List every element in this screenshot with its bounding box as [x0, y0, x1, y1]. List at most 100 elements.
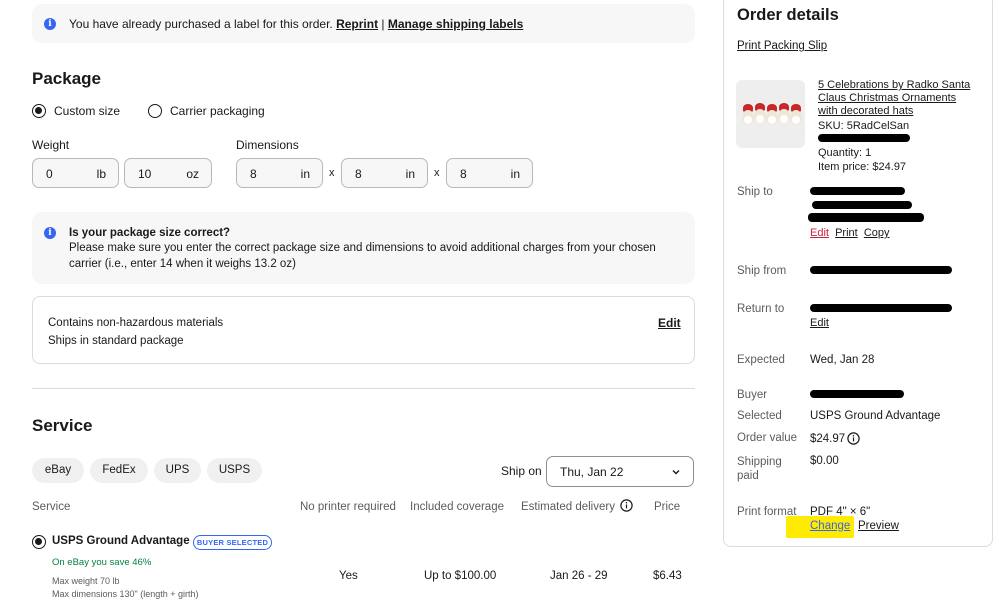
- printer-required-value: Yes: [339, 570, 358, 582]
- notice-body-2: carrier (i.e., enter 14 when it weighs 1…: [69, 258, 296, 270]
- package-type-line: Ships in standard package: [48, 335, 184, 347]
- carrier-packaging-radio[interactable]: [148, 104, 162, 118]
- shipping-paid-value: $0.00: [810, 455, 839, 467]
- banner-separator: |: [381, 17, 385, 31]
- hazard-line: Contains non-hazardous materials: [48, 317, 224, 329]
- height-unit: in: [510, 167, 520, 181]
- edit-package-link[interactable]: Edit: [658, 316, 681, 330]
- carrier-tab-ups[interactable]: UPS: [154, 458, 201, 483]
- section-divider: [32, 388, 695, 389]
- carrier-tab-ebay[interactable]: eBay: [32, 458, 84, 483]
- print-packing-slip-link[interactable]: Print Packing Slip: [737, 40, 827, 52]
- redaction-mark: [810, 266, 952, 274]
- length-input[interactable]: 8 in: [236, 158, 323, 188]
- package-contents-card: Contains non-hazardous materials Ships i…: [32, 296, 695, 364]
- change-format-link[interactable]: Change: [810, 520, 850, 532]
- edit-address-link[interactable]: Edit: [810, 227, 829, 239]
- weight-lb-unit: lb: [96, 167, 106, 181]
- delivery-info-icon[interactable]: [620, 499, 633, 512]
- carrier-packaging-label[interactable]: Carrier packaging: [170, 104, 265, 118]
- delivery-value: Jan 26 - 29: [550, 570, 608, 582]
- edit-return-address-link[interactable]: Edit: [810, 317, 829, 329]
- reprint-link[interactable]: Reprint: [336, 17, 378, 31]
- info-icon: i: [44, 227, 56, 239]
- selected-service-value: USPS Ground Advantage: [810, 410, 941, 422]
- length-value: 8: [250, 167, 257, 181]
- copy-address-link[interactable]: Copy: [864, 227, 890, 239]
- redaction-mark: [810, 390, 904, 398]
- package-heading: Package: [32, 69, 101, 88]
- coverage-value: Up to $100.00: [424, 570, 497, 582]
- savings-text: On eBay you save 46%: [52, 557, 152, 568]
- order-details-title: Order details: [737, 6, 839, 24]
- weight-lb-value: 0: [46, 167, 53, 181]
- selected-label: Selected: [737, 410, 782, 422]
- height-value: 8: [460, 167, 467, 181]
- weight-oz-value: 10: [138, 167, 152, 181]
- buyer-selected-badge: BUYER SELECTED: [193, 535, 272, 550]
- max-dimensions-text: Max dimensions 130" (length + girth): [52, 589, 199, 599]
- item-thumbnail[interactable]: [736, 80, 805, 148]
- length-unit: in: [300, 167, 310, 181]
- item-quantity: Quantity: 1: [818, 147, 872, 159]
- info-icon: i: [44, 18, 56, 30]
- buyer-label: Buyer: [737, 389, 768, 401]
- ship-on-date-select[interactable]: Thu, Jan 22: [546, 456, 694, 487]
- banner-message: You have already purchased a label for t…: [69, 17, 333, 31]
- service-name[interactable]: USPS Ground Advantage: [52, 535, 190, 547]
- order-value-info-icon[interactable]: [847, 432, 860, 445]
- ship-from-label: Ship from: [737, 265, 787, 277]
- weight-oz-unit: oz: [186, 167, 199, 181]
- custom-size-label[interactable]: Custom size: [54, 104, 120, 118]
- print-address-link[interactable]: Print: [835, 227, 858, 239]
- width-unit: in: [405, 167, 415, 181]
- notice-title: Is your package size correct?: [69, 227, 231, 239]
- column-price: Price: [654, 501, 681, 513]
- ship-on-date-value: Thu, Jan 22: [560, 465, 624, 479]
- weight-lb-input[interactable]: 0 lb: [32, 158, 119, 188]
- item-price: Item price: $24.97: [818, 161, 907, 173]
- weight-label: Weight: [32, 138, 70, 152]
- item-sku: SKU: 5RadCelSan: [818, 120, 910, 132]
- order-value: $24.97: [810, 433, 846, 445]
- custom-size-radio[interactable]: [32, 104, 46, 118]
- redaction-mark: [812, 201, 912, 209]
- max-weight-text: Max weight 70 lb: [52, 576, 120, 586]
- redaction-mark: [808, 213, 924, 222]
- times-symbol: x: [434, 167, 440, 179]
- column-no-printer: No printer required: [300, 501, 396, 513]
- times-symbol: x: [329, 167, 335, 179]
- carrier-tab-fedex[interactable]: FedEx: [90, 458, 148, 483]
- column-estimated-delivery: Estimated delivery: [521, 501, 615, 513]
- service-heading: Service: [32, 416, 93, 435]
- redaction-mark: [810, 187, 905, 195]
- column-service: Service: [32, 501, 71, 513]
- usps-ground-advantage-radio[interactable]: [32, 535, 46, 549]
- redaction-mark: [810, 304, 952, 312]
- purchased-label-banner: i You have already purchased a label for…: [32, 4, 695, 43]
- carrier-tab-usps[interactable]: USPS: [207, 458, 262, 483]
- ship-to-label: Ship to: [737, 186, 773, 198]
- expected-label: Expected: [737, 354, 785, 366]
- column-coverage: Included coverage: [410, 501, 504, 513]
- banner-text: You have already purchased a label for t…: [69, 17, 523, 31]
- manage-shipping-labels-link[interactable]: Manage shipping labels: [388, 17, 523, 31]
- address-actions: Edit Print Copy: [810, 227, 890, 239]
- weight-oz-input[interactable]: 10 oz: [124, 158, 212, 188]
- shipping-paid-label: Shipping paid: [737, 456, 782, 482]
- height-input[interactable]: 8 in: [446, 158, 533, 188]
- redaction-mark: [818, 134, 910, 142]
- preview-label-link[interactable]: Preview: [858, 520, 899, 532]
- return-to-label: Return to: [737, 303, 785, 315]
- width-input[interactable]: 8 in: [341, 158, 428, 188]
- width-value: 8: [355, 167, 362, 181]
- package-size-notice: i Is your package size correct? Please m…: [32, 212, 695, 284]
- notice-body-1: Please make sure you enter the correct p…: [69, 242, 656, 254]
- order-value-label: Order value: [737, 432, 798, 444]
- item-title-link[interactable]: 5 Celebrations by Radko Santa Claus Chri…: [818, 79, 978, 118]
- chevron-down-icon: [672, 470, 680, 475]
- expected-value: Wed, Jan 28: [810, 354, 875, 366]
- price-value: $6.43: [653, 570, 682, 582]
- ship-on-label: Ship on: [501, 464, 542, 478]
- dimensions-label: Dimensions: [236, 138, 299, 152]
